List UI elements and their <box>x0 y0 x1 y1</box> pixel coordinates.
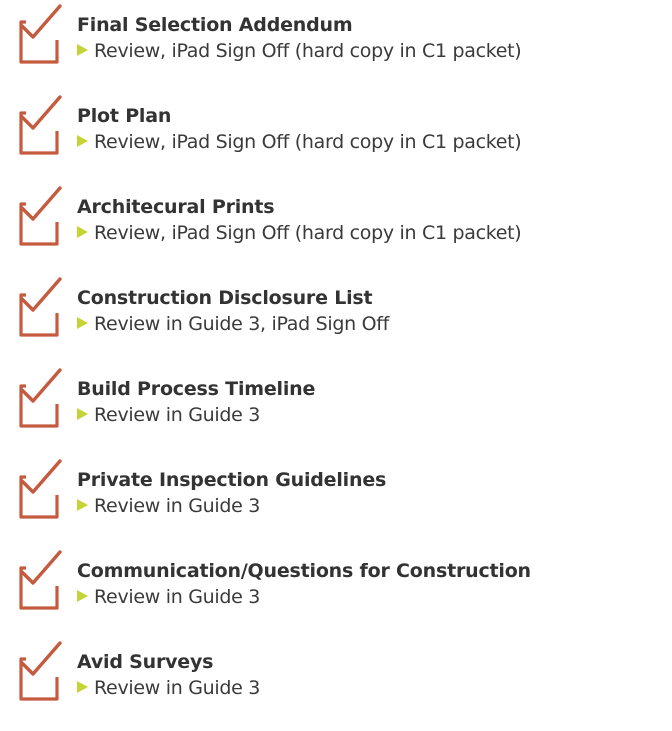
item-title: Avid Surveys <box>77 651 214 673</box>
item-note: Review in Guide 3 <box>77 675 260 701</box>
check-box-icon[interactable] <box>0 637 70 707</box>
item-note-text: Review, iPad Sign Off (hard copy in C1 p… <box>94 40 522 62</box>
item-title: Final Selection Addendum <box>77 14 353 36</box>
item-title: Private Inspection Guidelines <box>77 469 387 491</box>
check-box-icon[interactable] <box>0 364 70 434</box>
item-note: Review, iPad Sign Off (hard copy in C1 p… <box>77 38 522 64</box>
item-note-text: Review, iPad Sign Off (hard copy in C1 p… <box>94 222 522 244</box>
check-box-icon[interactable] <box>0 182 70 252</box>
check-box-icon[interactable] <box>0 273 70 343</box>
item-note-text: Review, iPad Sign Off (hard copy in C1 p… <box>94 131 522 153</box>
checklist-item: Architecural Prints Review, iPad Sign Of… <box>0 182 672 252</box>
item-note-text: Review in Guide 3 <box>94 677 261 699</box>
item-note: Review, iPad Sign Off (hard copy in C1 p… <box>77 220 522 246</box>
check-box-icon[interactable] <box>0 546 70 616</box>
checklist-item: Build Process Timeline Review in Guide 3 <box>0 364 672 434</box>
item-title: Construction Disclosure List <box>77 287 373 309</box>
item-title: Plot Plan <box>77 105 172 127</box>
item-title: Architecural Prints <box>77 196 275 218</box>
check-box-icon[interactable] <box>0 91 70 161</box>
checklist-item: Private Inspection Guidelines Review in … <box>0 455 672 525</box>
item-title: Communication/Questions for Construction <box>77 560 531 582</box>
checklist-item: Plot Plan Review, iPad Sign Off (hard co… <box>0 91 672 161</box>
item-note-text: Review in Guide 3 <box>94 404 261 426</box>
item-note-text: Review in Guide 3 <box>94 495 261 517</box>
checklist-item: Final Selection Addendum Review, iPad Si… <box>0 0 672 70</box>
item-note: Review in Guide 3 <box>77 402 260 428</box>
item-note: Review in Guide 3, iPad Sign Off <box>77 311 389 337</box>
triangle-right-icon <box>77 408 88 420</box>
item-title: Build Process Timeline <box>77 378 316 400</box>
triangle-right-icon <box>77 317 88 329</box>
checklist-item: Communication/Questions for Construction… <box>0 546 672 616</box>
triangle-right-icon <box>77 681 88 693</box>
checklist-item: Construction Disclosure List Review in G… <box>0 273 672 343</box>
item-note: Review in Guide 3 <box>77 584 260 610</box>
item-note-text: Review in Guide 3, iPad Sign Off <box>94 313 390 335</box>
item-note-text: Review in Guide 3 <box>94 586 261 608</box>
check-box-icon[interactable] <box>0 0 70 70</box>
item-note: Review in Guide 3 <box>77 493 260 519</box>
item-note: Review, iPad Sign Off (hard copy in C1 p… <box>77 129 522 155</box>
triangle-right-icon <box>77 44 88 56</box>
checklist-item: Avid Surveys Review in Guide 3 <box>0 637 672 707</box>
triangle-right-icon <box>77 590 88 602</box>
triangle-right-icon <box>77 135 88 147</box>
triangle-right-icon <box>77 226 88 238</box>
check-box-icon[interactable] <box>0 455 70 525</box>
triangle-right-icon <box>77 499 88 511</box>
